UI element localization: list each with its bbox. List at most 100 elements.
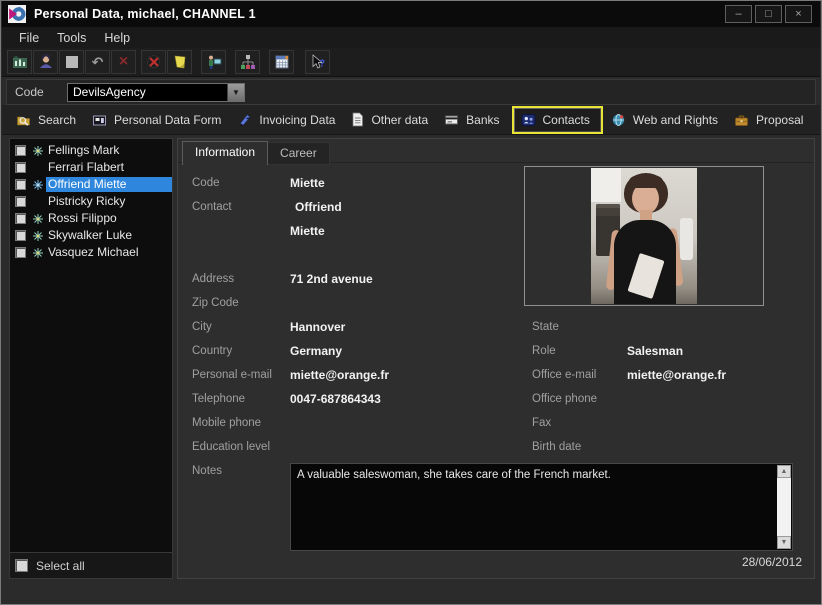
statistics-icon[interactable] bbox=[7, 50, 32, 74]
select-all-row: Select all bbox=[9, 553, 173, 579]
maximize-button[interactable]: □ bbox=[755, 5, 782, 23]
nav-tab-bar: Search Personal Data Form Invoicing Da bbox=[2, 105, 820, 135]
list-item[interactable]: Vasquez Michael bbox=[10, 244, 172, 261]
notes-icon[interactable] bbox=[167, 50, 192, 74]
field-education-level: Education level bbox=[192, 440, 522, 464]
list-item[interactable]: Rossi Filippo bbox=[10, 210, 172, 227]
tab-proposal-label: Proposal bbox=[756, 113, 803, 127]
user-session-icon[interactable] bbox=[201, 50, 226, 74]
list-item-checkbox[interactable] bbox=[15, 179, 26, 190]
field-personal-email: Personal e-mail miette@orange.fr bbox=[192, 368, 522, 392]
tab-other-data[interactable]: Other data bbox=[345, 108, 438, 131]
photo-frame bbox=[524, 166, 764, 306]
form-icon bbox=[92, 113, 107, 127]
list-item-checkbox[interactable] bbox=[15, 162, 26, 173]
select-all-checkbox[interactable] bbox=[15, 559, 28, 572]
proposal-icon bbox=[734, 113, 749, 127]
list-item[interactable]: Fellings Mark bbox=[10, 142, 172, 159]
code-select[interactable]: DevilsAgency ▼ bbox=[67, 83, 245, 102]
tab-search-label: Search bbox=[38, 113, 76, 127]
document-icon bbox=[351, 112, 364, 127]
notes-text: A valuable saleswoman, she takes care of… bbox=[297, 468, 772, 482]
tab-contacts-label: Contacts bbox=[543, 113, 590, 127]
field-address: Address 71 2nd avenue bbox=[192, 272, 522, 296]
list-item[interactable]: Pistricky Ricky bbox=[10, 193, 172, 210]
tab-search[interactable]: Search bbox=[10, 109, 86, 131]
fields-right: State Role Salesman Office e-mail miette… bbox=[532, 320, 802, 464]
org-chart-icon[interactable] bbox=[235, 50, 260, 74]
menu-help[interactable]: Help bbox=[95, 29, 139, 47]
field-country: Country Germany bbox=[192, 344, 522, 368]
field-zip: Zip Code bbox=[192, 296, 522, 320]
list-item[interactable]: Skywalker Luke bbox=[10, 227, 172, 244]
scroll-up-icon[interactable]: ▲ bbox=[777, 465, 791, 478]
record-date: 28/06/2012 bbox=[742, 555, 802, 569]
list-item-checkbox[interactable] bbox=[15, 247, 26, 258]
close-button[interactable]: × bbox=[785, 5, 812, 23]
field-role: Role Salesman bbox=[532, 344, 802, 368]
list-item-checkbox[interactable] bbox=[15, 145, 26, 156]
minimize-button[interactable]: – bbox=[725, 5, 752, 23]
tab-web-and-rights[interactable]: Web and Rights bbox=[605, 109, 728, 131]
tab-personal-data-form-label: Personal Data Form bbox=[114, 113, 221, 127]
search-icon bbox=[16, 113, 31, 127]
menu-tools[interactable]: Tools bbox=[48, 29, 95, 47]
field-office-email: Office e-mail miette@orange.fr bbox=[532, 368, 802, 392]
tab-banks[interactable]: Banks bbox=[438, 109, 509, 131]
notes-scrollbar[interactable]: ▲ ▼ bbox=[777, 465, 791, 549]
discard-icon[interactable] bbox=[141, 50, 166, 74]
list-item-checkbox[interactable] bbox=[15, 213, 26, 224]
tab-contacts[interactable]: Contacts bbox=[514, 108, 601, 132]
context-help-icon[interactable]: ? bbox=[305, 50, 330, 74]
field-birth-date: Birth date bbox=[532, 440, 802, 464]
select-all-label: Select all bbox=[36, 559, 85, 573]
code-label: Code bbox=[15, 85, 67, 99]
app-icon bbox=[8, 5, 26, 23]
list-item-selected[interactable]: Offriend Miette bbox=[10, 176, 172, 193]
web-icon bbox=[611, 113, 626, 127]
list-item-checkbox[interactable] bbox=[15, 230, 26, 241]
bank-card-icon bbox=[444, 113, 459, 127]
blank-icon[interactable] bbox=[59, 50, 84, 74]
contacts-icon bbox=[521, 113, 536, 127]
list-item-checkbox[interactable] bbox=[15, 196, 26, 207]
person-icon[interactable] bbox=[33, 50, 58, 74]
contact-sparkle-icon bbox=[30, 246, 46, 259]
delete-icon[interactable]: × bbox=[111, 50, 136, 74]
window-controls: – □ × bbox=[725, 5, 812, 23]
tab-banks-label: Banks bbox=[466, 113, 499, 127]
calculator-icon[interactable] bbox=[269, 50, 294, 74]
menu-file[interactable]: File bbox=[10, 29, 48, 47]
field-mobile-phone: Mobile phone bbox=[192, 416, 522, 440]
title-bar: Personal Data, michael, CHANNEL 1 – □ × bbox=[2, 1, 820, 27]
tab-career[interactable]: Career bbox=[268, 142, 330, 165]
detail-tabs: Information Career bbox=[182, 141, 330, 165]
menu-bar: File Tools Help bbox=[2, 27, 820, 48]
field-contact-lastname: Miette bbox=[192, 224, 522, 248]
tab-proposal[interactable]: Proposal bbox=[728, 109, 813, 131]
fields-left: Code Miette Contact Offriend Miette Addr… bbox=[192, 176, 522, 488]
field-fax: Fax bbox=[532, 416, 802, 440]
undo-icon[interactable]: ↶ bbox=[85, 50, 110, 74]
tab-invoicing-data[interactable]: Invoicing Data bbox=[231, 109, 345, 131]
contact-sparkle-icon bbox=[30, 178, 46, 191]
notes-textarea[interactable]: A valuable saleswoman, she takes care of… bbox=[290, 463, 793, 551]
list-item[interactable]: Ferrari Flabert bbox=[10, 159, 172, 176]
invoice-icon bbox=[237, 113, 252, 127]
contact-sparkle-icon bbox=[30, 212, 46, 225]
field-city: City Hannover bbox=[192, 320, 522, 344]
window-title: Personal Data, michael, CHANNEL 1 bbox=[34, 7, 256, 21]
scroll-down-icon[interactable]: ▼ bbox=[777, 536, 791, 549]
svg-text:?: ? bbox=[319, 59, 325, 70]
contact-sparkle-icon bbox=[30, 229, 46, 242]
code-select-value: DevilsAgency bbox=[68, 85, 227, 99]
detail-panel: Information Career Code Miette Contact O… bbox=[177, 138, 815, 579]
tab-information[interactable]: Information bbox=[182, 141, 268, 165]
field-telephone: Telephone 0047-687864343 bbox=[192, 392, 522, 416]
contact-list: Fellings Mark Ferrari Flabert Offriend M… bbox=[9, 138, 173, 553]
code-bar: Code DevilsAgency ▼ bbox=[6, 79, 816, 105]
tab-personal-data-form[interactable]: Personal Data Form bbox=[86, 109, 231, 131]
contact-photo bbox=[591, 168, 697, 304]
field-office-phone: Office phone bbox=[532, 392, 802, 416]
chevron-down-icon[interactable]: ▼ bbox=[227, 84, 244, 101]
